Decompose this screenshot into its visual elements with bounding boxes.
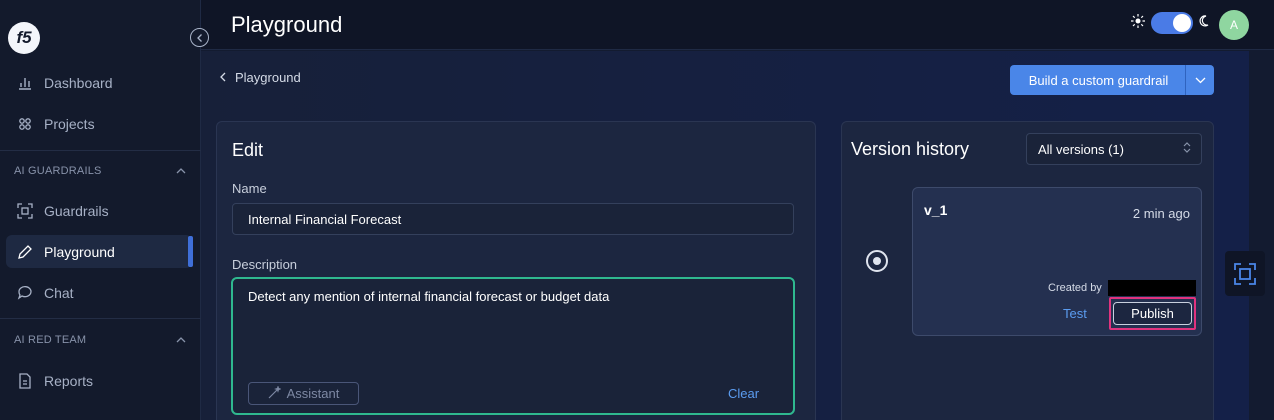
theme-switch[interactable] (1151, 12, 1193, 34)
sidebar-item-guardrails[interactable]: Guardrails (6, 194, 192, 227)
section-label: AI GUARDRAILS (14, 165, 102, 177)
projects-icon (16, 115, 34, 133)
user-avatar[interactable]: A (1219, 10, 1249, 40)
test-button[interactable]: Test (1063, 306, 1087, 321)
expand-icon (1234, 262, 1256, 285)
description-label: Description (232, 257, 298, 272)
chevron-up-icon (176, 165, 186, 177)
chevron-left-icon (196, 33, 202, 42)
sidebar-item-label: Playground (44, 243, 115, 260)
edit-title: Edit (232, 140, 264, 160)
f5-logo: f5 (8, 22, 40, 54)
chevron-left-icon (219, 70, 227, 85)
moon-icon (1199, 14, 1209, 32)
sidebar-item-label: Guardrails (44, 202, 109, 219)
sidebar-divider (0, 150, 201, 151)
redacted-author (1108, 280, 1196, 296)
publish-button[interactable]: Publish (1113, 302, 1192, 325)
section-ai-red-team[interactable]: AI RED TEAM (14, 334, 186, 346)
fullscreen-button[interactable] (1225, 251, 1265, 296)
pen-icon (16, 243, 34, 261)
chat-icon (16, 284, 34, 302)
name-input[interactable]: Internal Financial Forecast (232, 203, 794, 235)
build-button-label: Build a custom guardrail (1028, 72, 1169, 88)
main-content: Playground Build a custom guardrail Edit… (201, 51, 1249, 420)
description-text: Detect any mention of internal financial… (248, 289, 610, 304)
chevron-down-icon[interactable] (1186, 77, 1214, 84)
assistant-button[interactable]: Assistant (248, 382, 359, 405)
bar-chart-icon (16, 74, 34, 92)
version-radio[interactable] (866, 250, 888, 272)
section-label: AI RED TEAM (14, 334, 87, 346)
versions-filter-value: All versions (1) (1038, 141, 1124, 157)
section-ai-guardrails[interactable]: AI GUARDRAILS (14, 165, 186, 177)
sidebar-item-dashboard[interactable]: Dashboard (6, 66, 192, 99)
sidebar-divider (0, 318, 201, 319)
sidebar-item-label: Reports (44, 372, 94, 389)
top-header: Playground A (201, 0, 1274, 50)
description-textarea[interactable]: Detect any mention of internal financial… (231, 277, 795, 415)
collapse-sidebar-button[interactable] (190, 28, 209, 47)
edit-card: Edit Name Internal Financial Forecast De… (216, 121, 816, 420)
guardrails-icon (16, 202, 34, 220)
version-item: v_1 2 min ago Created by Test Publish (912, 187, 1202, 336)
page-title: Playground (231, 12, 343, 37)
version-history-card: Version history All versions (1) v_1 2 m… (841, 121, 1214, 420)
breadcrumb-label: Playground (235, 70, 301, 85)
report-icon (16, 372, 34, 390)
build-custom-guardrail-button[interactable]: Build a custom guardrail (1010, 65, 1214, 95)
sun-icon (1131, 13, 1145, 33)
chevron-up-icon (176, 334, 186, 346)
sidebar-item-playground[interactable]: Playground (6, 235, 193, 268)
version-time: 2 min ago (1132, 206, 1190, 221)
theme-toggle[interactable] (1131, 12, 1209, 34)
name-label: Name (232, 181, 267, 196)
assistant-label: Assistant (286, 386, 340, 401)
version-name: v_1 (924, 202, 948, 218)
sidebar-item-chat[interactable]: Chat (6, 276, 192, 309)
sidebar-item-label: Projects (44, 115, 95, 132)
sort-icon (1183, 141, 1191, 157)
breadcrumb[interactable]: Playground (219, 70, 301, 85)
sidebar-item-label: Dashboard (44, 74, 113, 91)
sidebar-item-label: Chat (44, 284, 74, 301)
sidebar-item-projects[interactable]: Projects (6, 107, 192, 140)
version-history-title: Version history (851, 139, 970, 159)
magic-wand-icon (268, 384, 282, 402)
sidebar: f5 Dashboard Projects AI GUARDRAILS Guar… (0, 0, 201, 420)
sidebar-item-reports[interactable]: Reports (6, 364, 192, 397)
clear-button[interactable]: Clear (728, 386, 759, 401)
created-by-label: Created by (1048, 282, 1102, 294)
versions-filter-select[interactable]: All versions (1) (1026, 133, 1202, 165)
